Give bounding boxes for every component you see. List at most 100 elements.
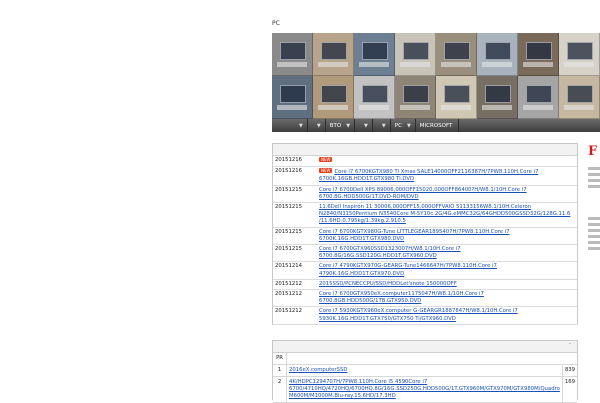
- banner-photo-tile[interactable]: [395, 76, 436, 119]
- laptop-screen-shape: [567, 42, 593, 60]
- news-link[interactable]: 11.6Dell Inspiron 11 30006,000OFF15,000O…: [319, 204, 577, 226]
- laptop-screen-shape: [362, 42, 388, 60]
- laptop-keyboard-shape: [482, 105, 512, 110]
- news-link-text[interactable]: Core i7 6700KGTX980G-Tune LITTLEGEAR1895…: [319, 229, 510, 242]
- news-link[interactable]: 2015SSD/PCNECCPU/SSD/HDDLet'snote 150000…: [319, 281, 577, 288]
- news-row: 20151215 Core i7 6700Dell XPS 89006,000OF…: [273, 186, 577, 204]
- laptop-keyboard-shape: [277, 105, 307, 110]
- nav-item-label: MICROSOFT: [419, 122, 453, 129]
- chevron-down-icon: ▼: [299, 122, 303, 129]
- banner-photo-tile[interactable]: [354, 76, 395, 119]
- laptop-keyboard-shape: [482, 62, 512, 67]
- ranking-row: 2 4K/HDPC1294707H/7PW8.110H.Core i5 4590C…: [273, 377, 577, 403]
- ranking-link[interactable]: 4K/HDPC1294707H/7PW8.110H.Core i5 4590Co…: [287, 377, 563, 402]
- ranking-count-header: -: [569, 341, 571, 347]
- laptop-screen-shape: [567, 85, 593, 103]
- laptop-screen-shape: [403, 85, 429, 103]
- news-link[interactable]: Core i7 6700KGTX980G-Tune LITTLEGEAR1895…: [319, 229, 577, 243]
- news-link-text[interactable]: Core i7 4790KGTX970G-GEARG-Tune1466647H/…: [319, 263, 497, 276]
- news-link[interactable]: Core i7 5930KGTX960eX.computer G-GEARGR1…: [319, 308, 577, 322]
- news-link[interactable]: Core i7 6700GTX950eX.computer1175047H/W8…: [319, 291, 577, 305]
- nav-item-5[interactable]: PC ▼: [391, 119, 416, 132]
- news-date: 20151215: [275, 228, 302, 235]
- news-link[interactable]: Core i7 6700Dell XPS 89006,000OFF15020,0…: [319, 187, 577, 201]
- laptop-screen-shape: [362, 85, 388, 103]
- nav-item-6[interactable]: MICROSOFT: [416, 119, 460, 132]
- news-link-text[interactable]: 11.6Dell Inspiron 11 30006,000OFF15,000O…: [319, 204, 570, 224]
- chevron-down-icon: ▼: [346, 122, 351, 129]
- news-link[interactable]: Core i7 4790KGTX970G-GEARG-Tune1466647H/…: [319, 263, 577, 277]
- news-row: 20151214 Core i7 4790KGTX970G-GEARG-Tune1…: [273, 262, 577, 280]
- laptop-keyboard-shape: [400, 105, 430, 110]
- news-link-text[interactable]: 2015SSD/PCNECCPU/SSD/HDDLet'snote 150000…: [319, 281, 457, 287]
- news-panel: 20151216 NEW 20151216 NEW Core i7 6700KGTX98…: [272, 143, 578, 325]
- laptop-keyboard-shape: [441, 62, 471, 67]
- news-row: 20151216 NEW Core i7 6700KGTX980 Ti Xmas S…: [273, 167, 577, 186]
- news-link-text[interactable]: Core i7 6700GTX960SSD1323007H/W8.1/10H.C…: [319, 246, 461, 259]
- laptop-keyboard-shape: [523, 62, 553, 67]
- nav-item-3[interactable]: ▼: [355, 119, 373, 132]
- ranking-panel: - PR 1 2016eX.computerSSD 839 2 4K/HDPC12947…: [272, 340, 578, 403]
- ranking-link[interactable]: 2016eX.computerSSD: [287, 365, 563, 376]
- banner-photo-tile[interactable]: [477, 76, 518, 119]
- news-list: 20151216 NEW 20151216 NEW Core i7 6700KGTX98…: [273, 156, 577, 325]
- news-link-text[interactable]: Core i7 5930KGTX960eX.computer G-GEARGR1…: [319, 308, 518, 321]
- nav-item-label: BTO: [329, 122, 342, 129]
- chevron-down-icon: ▼: [364, 122, 368, 129]
- nav-item-4[interactable]: ▼: [373, 119, 391, 132]
- laptop-keyboard-shape: [400, 62, 430, 67]
- nav-item-2[interactable]: BTO ▼: [326, 119, 356, 132]
- banner-photo-tile[interactable]: [313, 33, 354, 76]
- banner-photo-tile[interactable]: [559, 33, 600, 76]
- sidebar-logo-icon: F: [588, 144, 598, 159]
- news-link[interactable]: Core i7 6700GTX960SSD1323007H/W8.1/10H.C…: [319, 246, 577, 260]
- news-date: 20151215: [275, 186, 302, 193]
- laptop-screen-shape: [444, 42, 470, 60]
- laptop-keyboard-shape: [359, 62, 389, 67]
- banner-photo-tile[interactable]: [477, 33, 518, 76]
- banner-photo-tile[interactable]: [518, 33, 559, 76]
- right-sidebar-ad[interactable]: F: [586, 133, 600, 400]
- news-link-text[interactable]: Core i7 6700GTX950eX.computer1175047H/W8…: [319, 291, 484, 304]
- laptop-keyboard-shape: [564, 62, 594, 67]
- banner-photo-tile[interactable]: [395, 33, 436, 76]
- laptop-keyboard-shape: [564, 105, 594, 110]
- banner-photo-tile[interactable]: [559, 76, 600, 119]
- news-row: 20151215 Core i7 6700GTX960SSD1323007H/W8…: [273, 245, 577, 263]
- banner-photo-tile[interactable]: [272, 33, 313, 76]
- news-date: 20151212: [275, 280, 302, 287]
- news-link-text[interactable]: Core i7 6700KGTX980 Ti Xmas SALE14000OFF…: [319, 169, 538, 182]
- laptop-screen-shape: [321, 42, 347, 60]
- banner-photo-tile[interactable]: [272, 76, 313, 119]
- ranking-number: 1: [273, 365, 287, 376]
- laptop-screen-shape: [485, 85, 511, 103]
- news-link[interactable]: NEW Core i7 6700KGTX980 Ti Xmas SALE14000…: [319, 168, 577, 183]
- laptop-screen-shape: [526, 85, 552, 103]
- news-row: 20151212 Core i7 6700GTX950eX.computer117…: [273, 290, 577, 308]
- banner-photo-collage[interactable]: [272, 33, 600, 119]
- new-badge: NEW: [319, 157, 333, 162]
- news-date: 20151215: [275, 246, 302, 253]
- banner-photo-tile[interactable]: [313, 76, 354, 119]
- banner-photo-tile[interactable]: [436, 76, 477, 119]
- ranking-row: 1 2016eX.computerSSD 839: [273, 365, 577, 377]
- chevron-down-icon: ▼: [406, 122, 411, 129]
- nav-item-label: PC: [394, 122, 402, 129]
- nav-item-0[interactable]: ▼: [272, 119, 308, 132]
- banner-photo-tile[interactable]: [354, 33, 395, 76]
- laptop-keyboard-shape: [441, 105, 471, 110]
- news-date: 20151214: [275, 263, 302, 270]
- ranking-header: -: [273, 341, 577, 353]
- nav-item-1[interactable]: ▼: [308, 119, 326, 132]
- main-nav: ▼ ▼ BTO ▼ ▼ ▼ PC ▼ MICROSOFT: [272, 119, 600, 132]
- laptop-screen-shape: [403, 42, 429, 60]
- laptop-screen-shape: [485, 42, 511, 60]
- banner-photo-tile[interactable]: [436, 33, 477, 76]
- news-link[interactable]: NEW: [319, 157, 577, 165]
- banner-photo-tile[interactable]: [518, 76, 559, 119]
- laptop-keyboard-shape: [523, 105, 553, 110]
- ranking-pr-row[interactable]: PR: [273, 353, 577, 365]
- pr-link[interactable]: [287, 353, 577, 364]
- news-link-text[interactable]: Core i7 6700Dell XPS 89006,000OFF15020,0…: [319, 187, 527, 200]
- news-date: 20151212: [275, 308, 302, 315]
